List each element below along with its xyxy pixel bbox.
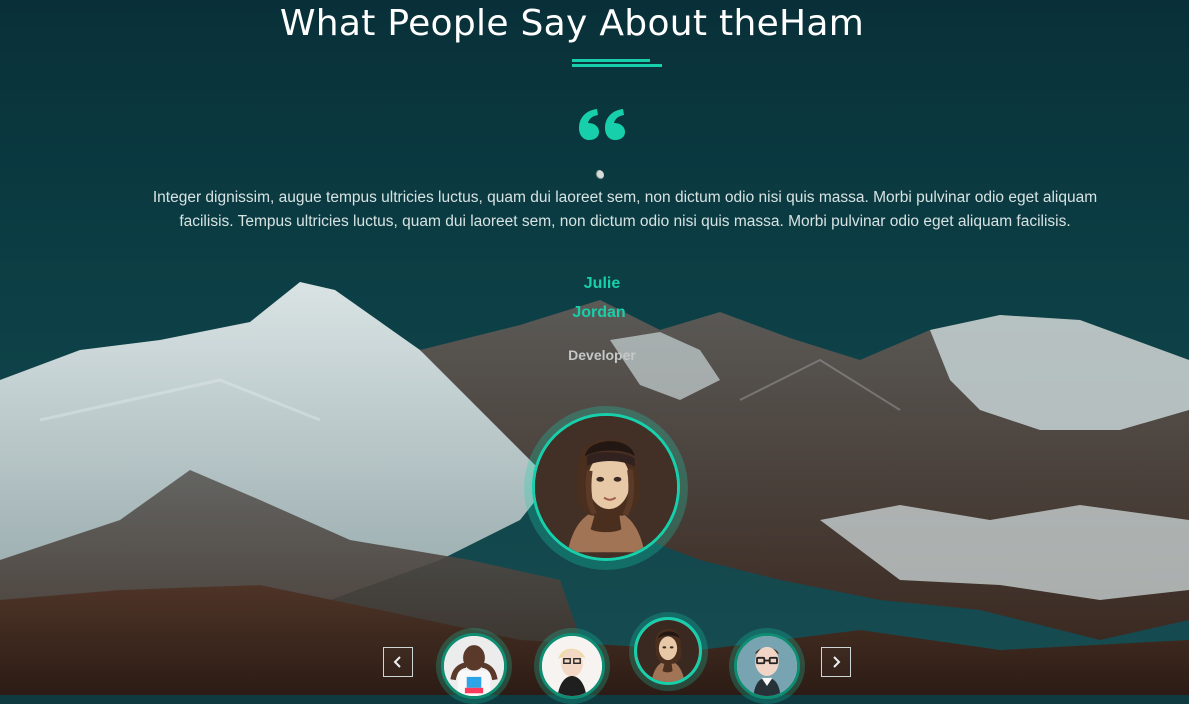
title-underline-bottom (572, 64, 662, 67)
testimonial-text-line-1: Integer dignissim, augue tempus ultricie… (152, 189, 1098, 206)
testimonial-thumb-2[interactable] (539, 633, 605, 699)
decorative-dot (594, 170, 604, 180)
author-first-name: Julie (583, 275, 621, 292)
testimonials-section: What People Say About theHam Integer dig… (0, 0, 1189, 704)
testimonial-thumb-1[interactable] (441, 633, 507, 699)
prev-button[interactable] (383, 647, 413, 677)
testimonial-text: Integer dignissim, augue tempus ultricie… (64, 186, 1186, 234)
main-avatar (532, 413, 680, 561)
chevron-right-icon (833, 656, 841, 668)
section-title: What People Say About theHam (279, 3, 865, 44)
title-underline-top (572, 59, 650, 62)
chevron-left-icon (393, 656, 401, 668)
author-last-name: Jordan (572, 304, 626, 321)
testimonial-thumb-3[interactable] (634, 617, 702, 685)
next-button[interactable] (821, 647, 851, 677)
author-role: Developer (568, 347, 636, 363)
testimonial-text-line-2: facilisis. Tempus ultricies luctus, quam… (179, 213, 1071, 230)
quote-icon (579, 109, 625, 140)
testimonial-thumb-4[interactable] (734, 633, 800, 699)
